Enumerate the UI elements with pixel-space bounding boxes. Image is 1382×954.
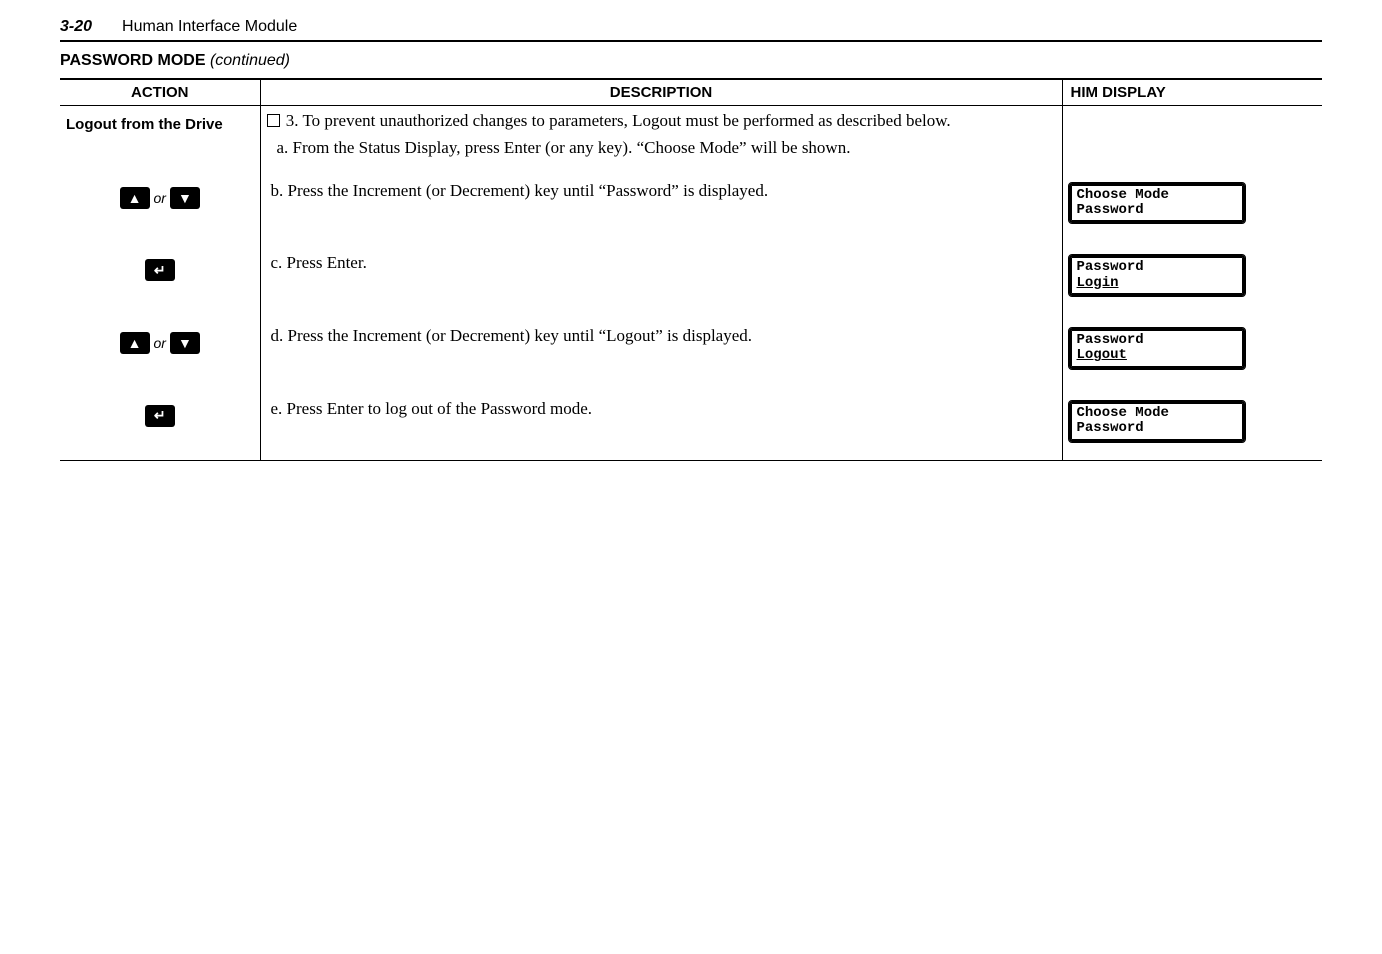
him-display: Password Logout	[1069, 328, 1245, 369]
section-heading: PASSWORD MODE (continued)	[60, 52, 1322, 70]
substep-e: e. Press Enter to log out of the Passwor…	[260, 387, 1062, 460]
him-cell-d: Password Logout	[1062, 314, 1322, 387]
or-text: or	[154, 190, 166, 206]
substep-c: c. Press Enter.	[260, 241, 1062, 314]
substep-b: b. Press the Increment (or Decrement) ke…	[260, 169, 1062, 242]
step-number: 3.	[286, 111, 299, 130]
down-arrow-icon: ▼	[170, 332, 200, 354]
down-arrow-icon: ▼	[170, 187, 200, 209]
him-cell-empty	[1062, 106, 1322, 169]
table-row: ↵ c. Press Enter. Password Login	[60, 241, 1322, 314]
table-row: ▲ or ▼ b. Press the Increment (or Decrem…	[60, 169, 1322, 242]
col-header-action: ACTION	[60, 79, 260, 106]
enter-icon: ↵	[145, 259, 175, 281]
page-container: 3-20 Human Interface Module PASSWORD MOD…	[0, 0, 1382, 479]
up-arrow-icon: ▲	[120, 187, 150, 209]
him-line-1: Password	[1077, 260, 1237, 275]
him-line-1: Choose Mode	[1077, 188, 1237, 203]
step-text: To prevent unauthorized changes to param…	[302, 111, 950, 130]
substep-a: a. From the Status Display, press Enter …	[267, 137, 1056, 158]
him-line-1: Password	[1077, 333, 1237, 348]
action-label: Logout from the Drive	[60, 106, 260, 169]
section-suffix: (continued)	[210, 52, 290, 69]
password-mode-table: ACTION DESCRIPTION HIM DISPLAY Logout fr…	[60, 78, 1322, 461]
checkbox-icon	[267, 110, 282, 131]
description-cell: 3. To prevent unauthorized changes to pa…	[260, 106, 1062, 169]
him-display: Choose Mode Password	[1069, 183, 1245, 224]
table-row: ↵ e. Press Enter to log out of the Passw…	[60, 387, 1322, 460]
action-key-enter: ↵	[60, 241, 260, 314]
him-line-2: Login	[1077, 276, 1237, 291]
enter-icon: ↵	[145, 405, 175, 427]
him-line-2: Password	[1077, 421, 1237, 436]
him-display: Password Login	[1069, 255, 1245, 296]
him-display: Choose Mode Password	[1069, 401, 1245, 442]
table-header-row: ACTION DESCRIPTION HIM DISPLAY	[60, 79, 1322, 106]
substep-d: d. Press the Increment (or Decrement) ke…	[260, 314, 1062, 387]
up-arrow-icon: ▲	[120, 332, 150, 354]
him-cell-e: Choose Mode Password	[1062, 387, 1322, 460]
him-line-2: Logout	[1077, 348, 1237, 363]
him-line-2: Password	[1077, 203, 1237, 218]
header-title: Human Interface Module	[122, 18, 297, 36]
page-number: 3-20	[60, 18, 92, 36]
table-row: Logout from the Drive 3. To prevent unau…	[60, 106, 1322, 169]
col-header-description: DESCRIPTION	[260, 79, 1062, 106]
him-cell-c: Password Login	[1062, 241, 1322, 314]
action-keys-up-down: ▲ or ▼	[60, 314, 260, 387]
table-row: ▲ or ▼ d. Press the Increment (or Decrem…	[60, 314, 1322, 387]
section-name: PASSWORD MODE	[60, 52, 205, 69]
action-key-enter: ↵	[60, 387, 260, 460]
page-header: 3-20 Human Interface Module	[60, 18, 1322, 42]
step-3: 3. To prevent unauthorized changes to pa…	[267, 110, 1056, 131]
col-header-him: HIM DISPLAY	[1062, 79, 1322, 106]
or-text: or	[154, 335, 166, 351]
him-cell-b: Choose Mode Password	[1062, 169, 1322, 242]
action-keys-up-down: ▲ or ▼	[60, 169, 260, 242]
him-line-1: Choose Mode	[1077, 406, 1237, 421]
